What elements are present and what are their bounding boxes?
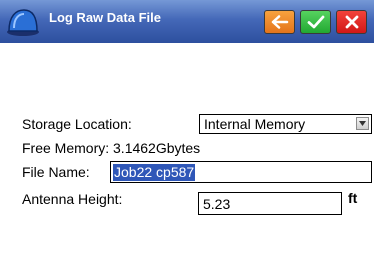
close-button[interactable] <box>336 10 367 34</box>
storage-location-label: Storage Location: <box>22 116 132 132</box>
free-memory-text: Free Memory: 3.1462Gbytes <box>22 140 201 156</box>
file-name-value: Job22 cp587 <box>113 164 196 181</box>
antenna-height-unit: ft <box>348 190 358 206</box>
window-title: Log Raw Data File <box>49 10 161 25</box>
storage-location-value: Internal Memory <box>204 116 306 132</box>
checkmark-icon <box>307 15 324 29</box>
file-name-field[interactable]: Job22 cp587 <box>110 161 372 183</box>
close-x-icon <box>345 15 358 29</box>
back-button[interactable] <box>264 10 295 34</box>
antenna-height-label: Antenna Height: <box>22 191 123 207</box>
chevron-down-icon[interactable] <box>356 117 369 130</box>
arrow-left-icon <box>271 15 288 29</box>
storage-location-select[interactable]: Internal Memory <box>199 114 372 134</box>
helmet-icon <box>7 9 39 36</box>
antenna-height-field[interactable]: 5.23 <box>198 192 342 215</box>
title-bar: Log Raw Data File <box>0 0 374 43</box>
ok-button[interactable] <box>300 10 331 34</box>
antenna-height-value: 5.23 <box>203 196 231 212</box>
file-name-label: File Name: <box>22 164 90 180</box>
